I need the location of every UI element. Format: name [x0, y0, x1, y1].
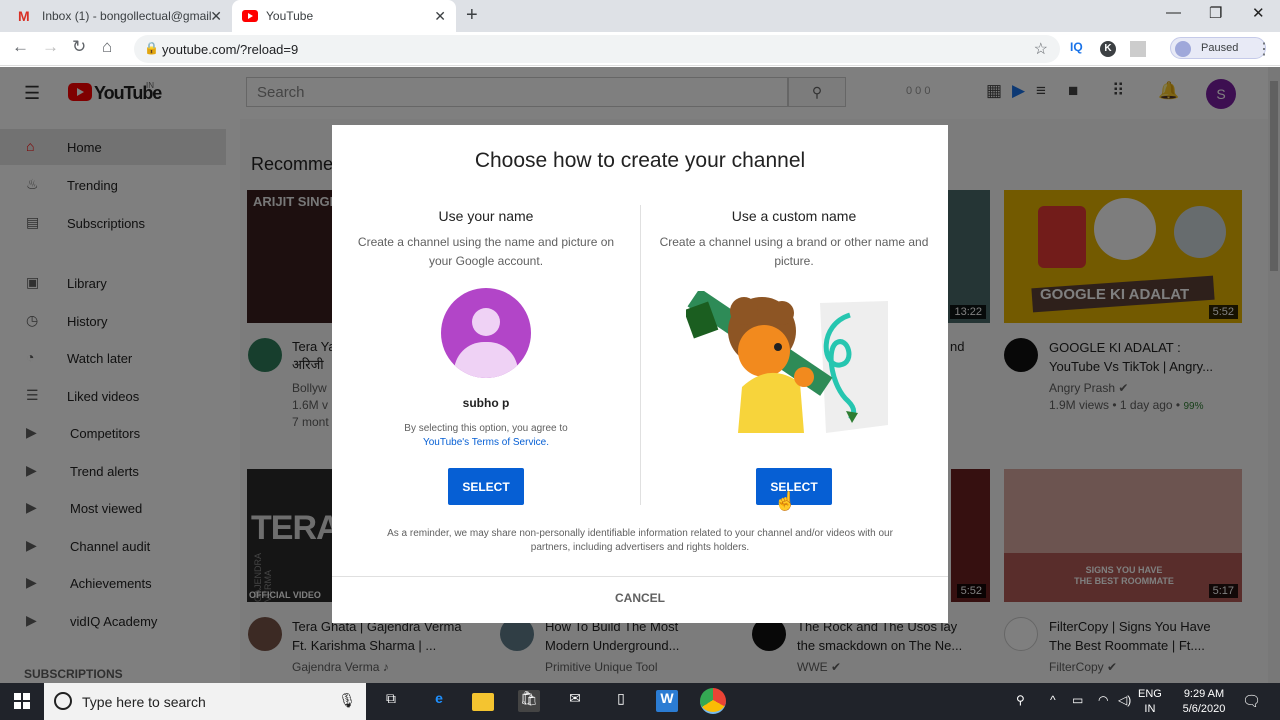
- clock-time: 9:29 AM: [1183, 688, 1225, 700]
- wifi-icon[interactable]: ◠: [1098, 693, 1108, 707]
- lock-icon: 🔒: [144, 41, 159, 55]
- close-tab-icon[interactable]: ✕: [210, 8, 222, 25]
- privacy-reminder: As a reminder, we may share non-personal…: [387, 528, 893, 553]
- address-bar[interactable]: 🔒 youtube.com/?reload=9 ☆: [134, 35, 1060, 63]
- action-center-icon[interactable]: 🗨: [1242, 692, 1261, 710]
- k-extension-icon[interactable]: K: [1100, 41, 1116, 57]
- select-your-name-button[interactable]: SELECT: [448, 468, 524, 505]
- gmail-icon: M: [18, 8, 30, 24]
- extension-icon[interactable]: [1130, 41, 1146, 57]
- browser-menu-icon[interactable]: ⋮: [1256, 39, 1272, 59]
- cortana-icon: [54, 692, 72, 710]
- store-icon[interactable]: 🛍: [518, 690, 540, 712]
- people-icon[interactable]: ⚲: [1016, 693, 1025, 707]
- clock-date: 5/6/2020: [1182, 703, 1226, 715]
- tab-label: YouTube: [266, 9, 314, 23]
- new-tab-icon[interactable]: +: [466, 4, 478, 27]
- reload-icon[interactable]: ↻: [72, 37, 86, 57]
- task-view-icon[interactable]: ⧉: [380, 690, 402, 712]
- tab-label: Inbox (1) - bongollectual@gmail: [42, 9, 212, 23]
- show-hidden-icons-icon[interactable]: ^: [1050, 693, 1056, 707]
- bookmark-star-icon[interactable]: ☆: [1034, 39, 1048, 59]
- url-text: youtube.com/?reload=9: [162, 42, 299, 57]
- edge-icon[interactable]: e: [428, 690, 450, 712]
- mail-icon[interactable]: ✉: [564, 690, 586, 712]
- close-tab-icon[interactable]: ✕: [434, 8, 446, 25]
- word-icon[interactable]: W: [656, 690, 678, 712]
- youtube-icon: [242, 10, 258, 22]
- microphone-icon[interactable]: 🎙: [338, 692, 356, 709]
- mouse-pointer-icon: ☝: [774, 491, 797, 511]
- tab-gmail-inbox[interactable]: M Inbox (1) - bongollectual@gmail ✕: [8, 0, 232, 32]
- chrome-icon[interactable]: [700, 688, 726, 714]
- cancel-button[interactable]: CANCEL: [590, 591, 690, 605]
- terms-of-service-link[interactable]: YouTube's Terms of Service.: [423, 437, 549, 448]
- close-window-icon[interactable]: ✕: [1252, 4, 1265, 22]
- taskbar-search-placeholder: Type here to search: [82, 694, 206, 710]
- profile-status: Paused: [1201, 42, 1239, 54]
- terms-notice: By selecting this option, you agree to Y…: [346, 422, 626, 450]
- use-custom-name-description: Create a channel using a brand or other …: [659, 235, 929, 268]
- file-explorer-icon[interactable]: [472, 693, 494, 711]
- minimize-icon[interactable]: —: [1166, 4, 1181, 21]
- region-code: IN: [1144, 703, 1156, 715]
- use-your-name-heading: Use your name: [438, 208, 534, 224]
- default-avatar-icon: [441, 288, 531, 378]
- forward-icon[interactable]: →: [42, 37, 59, 57]
- option-divider: [640, 205, 641, 505]
- user-name: subho p: [462, 396, 510, 410]
- home-icon[interactable]: ⌂: [102, 37, 112, 57]
- profile-paused-button[interactable]: Paused: [1170, 37, 1266, 59]
- language-code: ENG: [1138, 688, 1162, 700]
- restore-icon[interactable]: ❐: [1209, 4, 1222, 22]
- browser-tab-strip: M Inbox (1) - bongollectual@gmail ✕ YouT…: [0, 0, 1280, 32]
- windows-start-icon[interactable]: [14, 693, 30, 709]
- language-indicator[interactable]: ENG IN: [1138, 687, 1162, 717]
- notepad-icon[interactable]: ▯: [610, 690, 632, 712]
- battery-icon[interactable]: ▭: [1072, 693, 1083, 707]
- vidiq-extension-icon[interactable]: IQ: [1070, 40, 1083, 54]
- create-channel-dialog: Choose how to create your channel Use yo…: [332, 125, 948, 623]
- use-custom-name-heading: Use a custom name: [731, 208, 857, 224]
- taskbar-clock[interactable]: 9:29 AM 5/6/2020: [1172, 687, 1236, 717]
- dialog-title: Choose how to create your channel: [474, 149, 806, 172]
- use-your-name-description: Create a channel using the name and pict…: [357, 235, 615, 268]
- custom-name-illustration: [686, 291, 888, 433]
- back-icon[interactable]: ←: [12, 37, 29, 57]
- taskbar-search-box[interactable]: Type here to search 🎙: [44, 683, 366, 720]
- footer-divider: [332, 576, 948, 577]
- windows-taskbar: Type here to search 🎙 ⧉ e 🛍 ✉ ▯ W ⚲ ^ ▭ …: [0, 683, 1280, 720]
- tab-youtube[interactable]: YouTube ✕: [232, 0, 456, 32]
- terms-prefix: By selecting this option, you agree to: [404, 423, 568, 434]
- profile-avatar: [1175, 41, 1191, 57]
- volume-icon[interactable]: ◁): [1118, 693, 1131, 707]
- browser-toolbar: ← → ↻ ⌂ 🔒 youtube.com/?reload=9 ☆ IQ K P…: [0, 32, 1280, 66]
